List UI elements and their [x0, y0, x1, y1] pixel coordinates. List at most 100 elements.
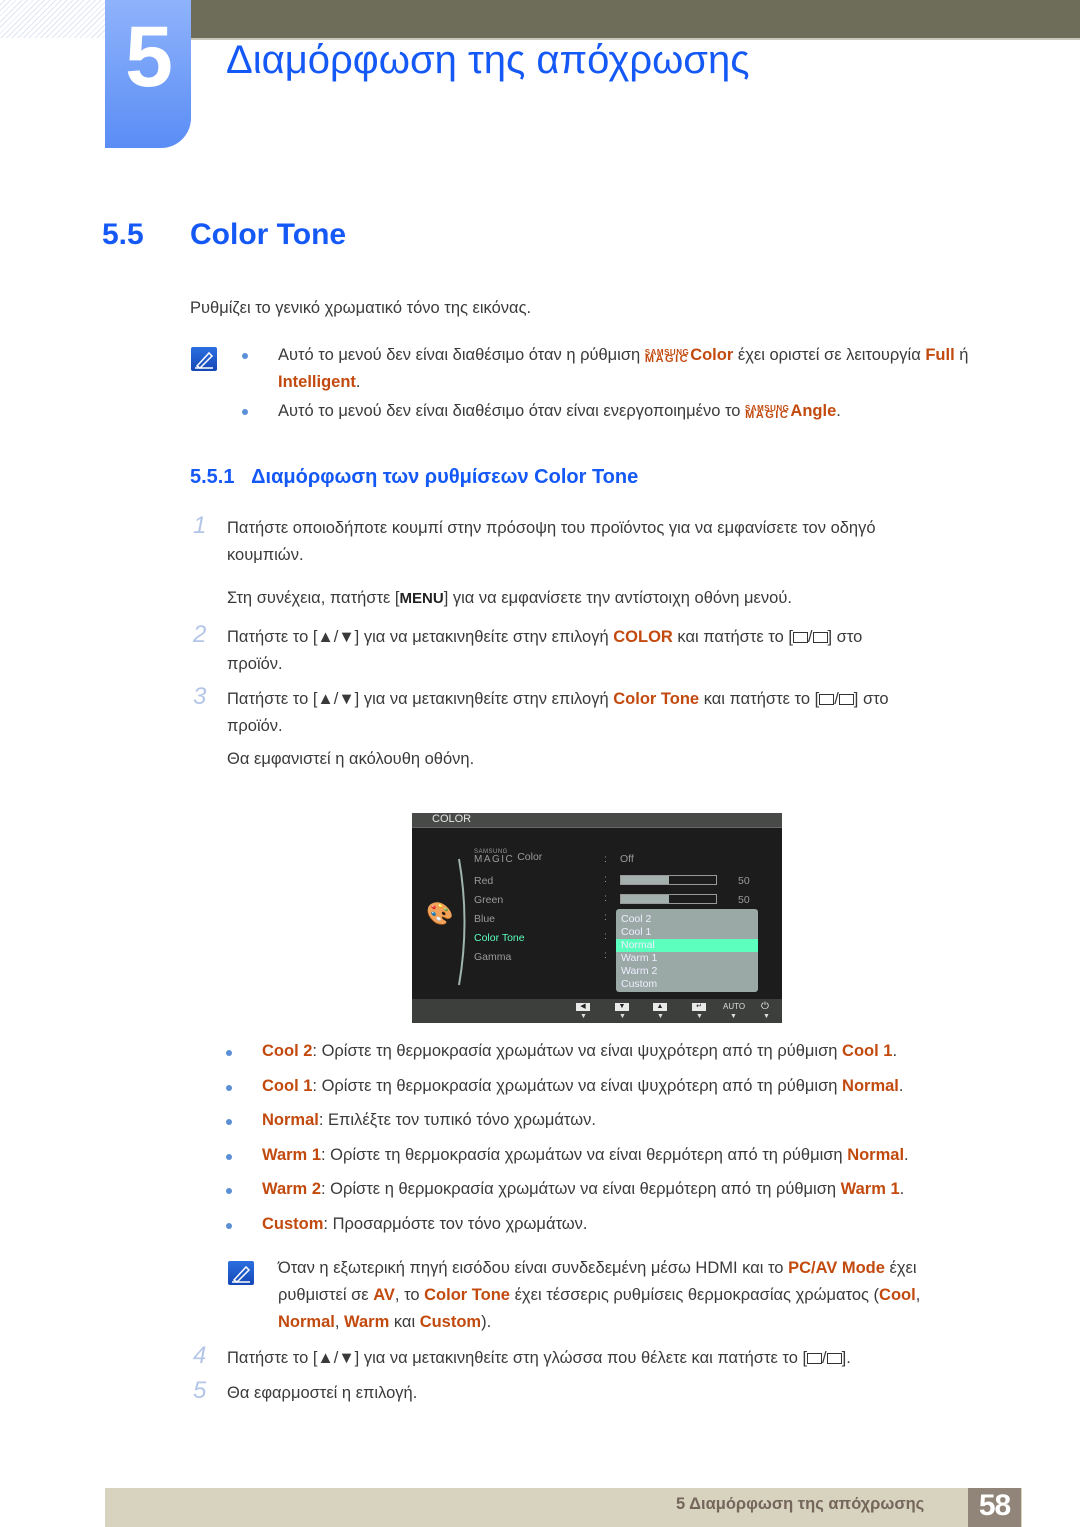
step-3-text: Πατήστε το [▲/▼] για να μετακινηθείτε στ… — [227, 690, 889, 735]
subsection-title: Διαμόρφωση των ρυθμίσεων Color Tone — [251, 466, 639, 488]
step-number: 3 — [193, 683, 207, 710]
step-number: 4 — [193, 1342, 207, 1369]
step-number: 5 — [193, 1377, 207, 1404]
note-icon — [228, 1261, 254, 1285]
term-color-tone: Color Tone — [613, 690, 700, 708]
option-description: Warm 2: Ορίστε η θερμοκρασία χρωμάτων να… — [262, 1180, 905, 1198]
osd-value-magic-color: Off — [620, 853, 634, 865]
osd-up-key-icon: ▲ — [653, 1003, 667, 1011]
osd-value-red: 50 — [738, 875, 750, 887]
osd-down-key-icon: ▼ — [615, 1003, 629, 1011]
bullet-icon — [226, 1119, 232, 1125]
term-intelligent: Intelligent — [278, 373, 356, 391]
osd-option-selected: Normal — [621, 939, 655, 951]
slider-fill — [621, 876, 669, 884]
option-term: Cool 2 — [262, 1042, 313, 1060]
bullet-icon — [226, 1050, 232, 1056]
chapter-number: 5 — [125, 9, 173, 105]
option-term: Custom — [262, 1215, 324, 1233]
option-description: Custom: Προσαρμόστε τον τόνο χρωμάτων. — [262, 1215, 588, 1233]
header-bar — [190, 0, 1080, 40]
note-hdmi-av-mode: Όταν η εξωτερική πηγή εισόδου είναι συνδ… — [278, 1259, 921, 1331]
bullet-icon — [226, 1085, 232, 1091]
subsection-number: 5.5.1 — [190, 466, 235, 488]
section-number: 5.5 — [102, 218, 144, 251]
enter-button-icon — [812, 632, 828, 643]
enter-button-icon — [826, 1353, 842, 1364]
subsection-heading: 5.5.1 Διαμόρφωση των ρυθμίσεων Color Ton… — [190, 466, 638, 489]
option-description: Warm 1: Ορίστε τη θερμοκρασία χρωμάτων ν… — [262, 1146, 909, 1164]
osd-auto-key: AUTO — [723, 1002, 746, 1011]
option-term: Cool 1 — [262, 1077, 313, 1095]
term-angle: Angle — [790, 402, 837, 420]
option-description: Cool 2: Ορίστε τη θερμοκρασία χρωμάτων ν… — [262, 1042, 898, 1060]
option-term: Normal — [262, 1111, 319, 1129]
footer-chapter-label: 5 Διαμόρφωση της απόχρωσης — [676, 1495, 925, 1513]
osd-option: Warm 2 — [621, 965, 658, 977]
osd-item-red: Red — [474, 875, 494, 887]
osd-menu-screenshot: COLOR 🎨 SAMSUNG MAGIC Color : Off Red : 5… — [412, 813, 782, 1023]
term-color-menu: COLOR — [613, 628, 673, 646]
osd-item-magic-color: SAMSUNG MAGIC Color — [474, 849, 543, 865]
option-term: Warm 2 — [262, 1180, 321, 1198]
option-reference: Warm 1 — [840, 1180, 900, 1198]
bullet-icon — [242, 409, 248, 415]
osd-button-bar: ◀ ▼ ▼ ▼ ▲ ▼ ↵ ▼ AUTO ▼ ⏻ ▼ — [412, 999, 782, 1023]
osd-value-green: 50 — [738, 894, 750, 906]
header-hatch-decoration — [0, 0, 105, 38]
chapter-title: Διαμόρφωση της απόχρωσης — [226, 38, 750, 82]
palette-icon: 🎨 — [426, 901, 454, 926]
option-reference: Normal — [842, 1077, 899, 1095]
option-description: Cool 1: Ορίστε τη θερμοκρασία χρωμάτων ν… — [262, 1077, 904, 1095]
source-button-icon — [819, 694, 835, 705]
bullet-icon — [242, 353, 248, 359]
step-1-extra: Στη συνέχεια, πατήστε [MENU] για να εμφα… — [227, 589, 792, 607]
option-description: Normal: Επιλέξτε τον τυπικό τόνο χρωμάτω… — [262, 1111, 596, 1129]
step-number: 1 — [193, 512, 207, 539]
term-full: Full — [925, 346, 955, 364]
osd-option: Custom — [621, 978, 658, 990]
step-2-text: Πατήστε το [▲/▼] για να μετακινηθείτε στ… — [227, 628, 863, 673]
option-reference: Cool 1 — [842, 1042, 893, 1060]
step-number: 2 — [193, 621, 207, 648]
slider-fill — [621, 895, 669, 903]
osd-title: COLOR — [432, 813, 472, 825]
bullet-icon — [226, 1223, 232, 1229]
enter-button-icon — [838, 694, 854, 705]
bullet-icon — [226, 1154, 232, 1160]
note-icon — [191, 347, 217, 371]
bullet-icon — [226, 1188, 232, 1194]
option-term: Warm 1 — [262, 1146, 321, 1164]
osd-item-color-tone: Color Tone — [474, 932, 525, 944]
osd-arc-decoration — [458, 858, 466, 986]
osd-item-gamma: Gamma — [474, 951, 512, 963]
osd-power-icon: ⏻ — [761, 1001, 769, 1012]
note-magic-angle: Αυτό το μενού δεν είναι διαθέσιμο όταν ε… — [278, 402, 841, 421]
source-button-icon — [792, 632, 808, 643]
step-4-text: Πατήστε το [▲/▼] για να μετακινηθείτε στ… — [227, 1349, 851, 1367]
note-text: Αυτό το μενού δεν είναι διαθέσιμο όταν η… — [278, 346, 645, 364]
section-intro: Ρυθμίζει το γενικό χρωματικό τόνο της ει… — [190, 299, 532, 317]
step-1-text: Πατήστε οποιοδήποτε κουμπί στην πρόσοψη … — [227, 519, 876, 564]
menu-key: MENU — [399, 590, 444, 607]
osd-option: Cool 2 — [621, 913, 652, 925]
page-number: 58 — [978, 1489, 1011, 1522]
osd-item-green: Green — [474, 894, 504, 906]
section-title: Color Tone — [190, 218, 347, 251]
term-color: Color — [690, 346, 734, 364]
osd-slider-green — [620, 894, 717, 904]
osd-item-blue: Blue — [474, 913, 496, 925]
source-button-icon — [807, 1353, 823, 1364]
note-magic-color: Αυτό το μενού δεν είναι διαθέσιμο όταν η… — [278, 346, 969, 391]
osd-left-key-icon: ◀ — [576, 1003, 590, 1011]
osd-enter-key-icon: ↵ — [692, 1003, 706, 1011]
step-3-extra: Θα εμφανιστεί η ακόλουθη οθόνη. — [227, 750, 475, 768]
option-reference: Normal — [847, 1146, 905, 1164]
step-5-text: Θα εφαρμοστεί η επιλογή. — [227, 1384, 418, 1402]
samsung-magic-logo: SAMSUNG MAGIC — [644, 347, 690, 365]
samsung-magic-logo: SAMSUNG MAGIC — [745, 403, 790, 421]
osd-option: Cool 1 — [621, 926, 652, 938]
osd-option: Warm 1 — [621, 952, 658, 964]
osd-slider-red — [620, 875, 717, 885]
osd-color-tone-dropdown: Cool 2 Cool 1 Normal Warm 1 Warm 2 Custo… — [616, 909, 758, 992]
